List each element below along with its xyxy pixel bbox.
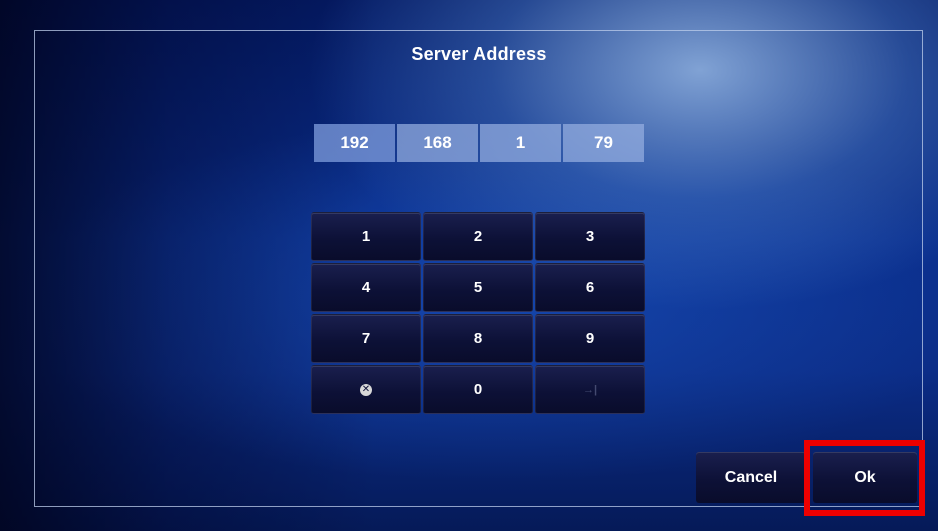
numeric-keypad: 1 2 3 4 5 6 7 8 9 ✕ 0 →|: [311, 212, 647, 414]
server-address-screen: Server Address 192 168 1 79 1 2 3 4 5 6 …: [0, 0, 938, 531]
ip-octet-3-field[interactable]: 1: [480, 124, 561, 162]
ok-button[interactable]: Ok: [813, 452, 917, 503]
ip-octet-2-field[interactable]: 168: [397, 124, 478, 162]
key-0-button[interactable]: 0: [423, 365, 533, 414]
key-8-button[interactable]: 8: [423, 314, 533, 363]
key-3-button[interactable]: 3: [535, 212, 645, 261]
key-1-button[interactable]: 1: [311, 212, 421, 261]
tab-arrow-icon: →|: [582, 383, 598, 396]
ip-address-fields: 192 168 1 79: [314, 124, 644, 162]
key-4-button[interactable]: 4: [311, 263, 421, 312]
key-2-button[interactable]: 2: [423, 212, 533, 261]
dialog-title: Server Address: [411, 44, 547, 64]
tab-button[interactable]: →|: [535, 365, 645, 414]
ip-octet-4-field[interactable]: 79: [563, 124, 644, 162]
key-9-button[interactable]: 9: [535, 314, 645, 363]
cancel-button[interactable]: Cancel: [696, 452, 806, 503]
ip-octet-1-field[interactable]: 192: [314, 124, 395, 162]
clear-button[interactable]: ✕: [311, 365, 421, 414]
key-5-button[interactable]: 5: [423, 263, 533, 312]
key-7-button[interactable]: 7: [311, 314, 421, 363]
x-circle-icon: ✕: [360, 383, 372, 396]
key-6-button[interactable]: 6: [535, 263, 645, 312]
